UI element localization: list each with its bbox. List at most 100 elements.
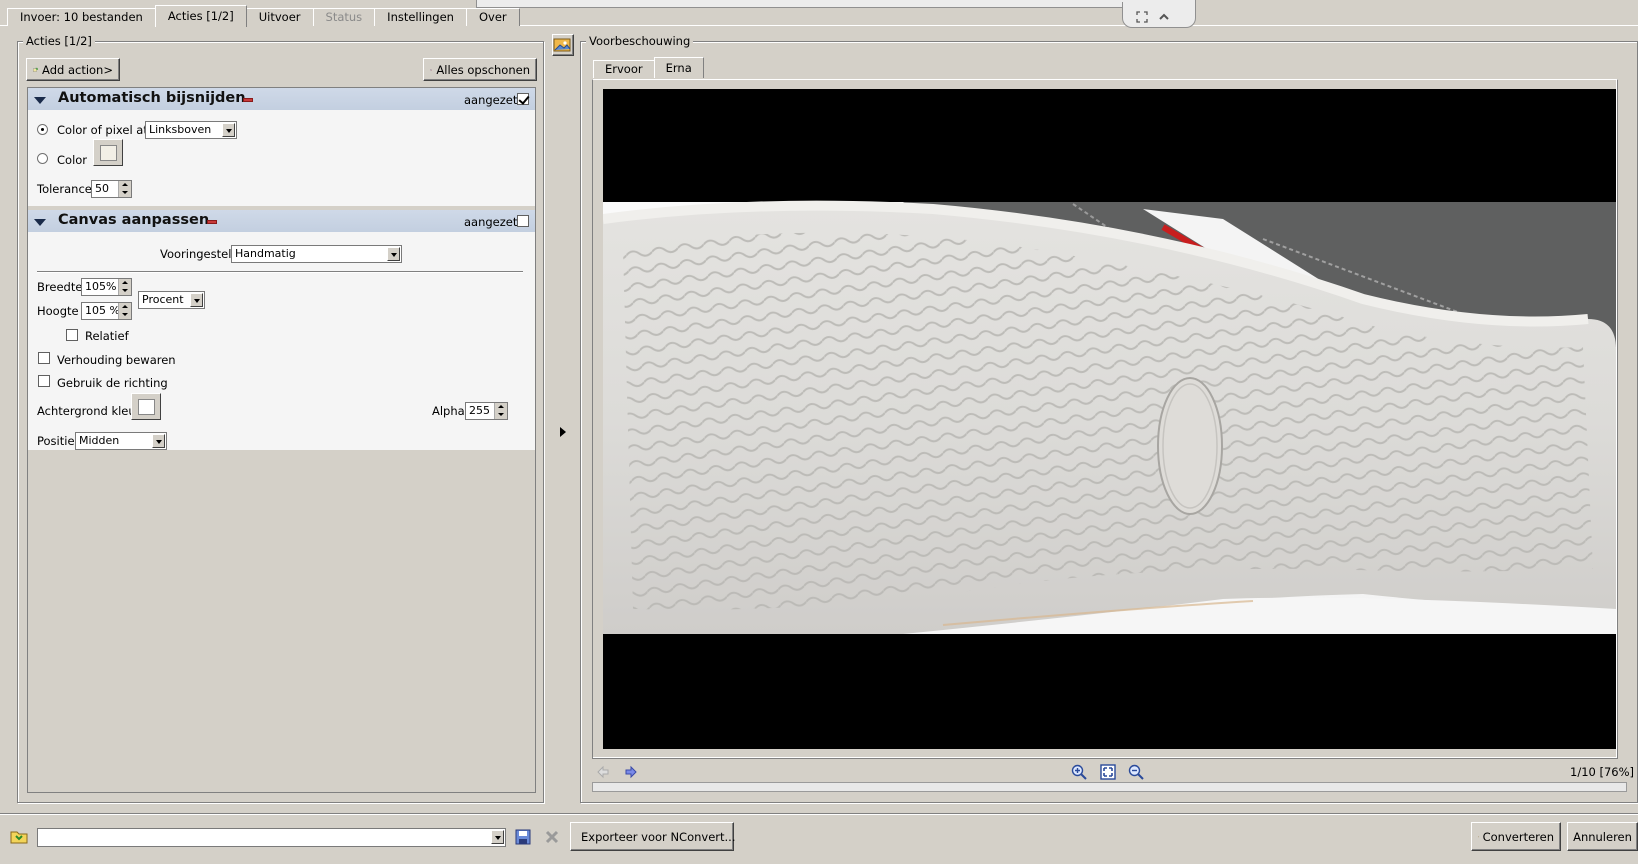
fullscreen-icon[interactable] (1136, 11, 1148, 23)
add-action-icon (33, 67, 38, 72)
tab-after-label: Erna (665, 61, 692, 75)
color-swatch (100, 145, 117, 161)
color-of-pixel-radio[interactable] (37, 124, 48, 135)
keep-ratio-label: Verhouding bewaren (57, 353, 176, 367)
fit-to-window-icon[interactable] (1100, 764, 1116, 783)
export-nconvert-label: Exporteer voor NConvert... (581, 829, 736, 844)
tab-actions[interactable]: Acties [1/2] (154, 5, 247, 27)
zoom-in-icon[interactable] (1071, 764, 1087, 783)
keep-ratio-checkbox[interactable] (38, 352, 50, 364)
autocrop-title: Automatisch bijsnijden (58, 90, 246, 106)
unit-value: Procent (142, 293, 184, 306)
actions-group-title: Acties [1/2] (23, 34, 95, 48)
pixel-position-value: Linksboven (149, 123, 212, 136)
canvas-enabled-checkbox[interactable] (517, 215, 529, 227)
spinner-arrows-icon[interactable] (494, 403, 507, 419)
delete-icon[interactable] (544, 829, 560, 848)
canvas-section: Canvas aanpassen aangezet Vooringesteld … (28, 210, 535, 450)
actions-list: Automatisch bijsnijden aangezet Color of… (27, 87, 536, 793)
tab-output[interactable]: Uitvoer (245, 8, 314, 26)
clear-all-label: Alles opschonen (436, 62, 530, 77)
position-select[interactable]: Midden (75, 432, 167, 450)
clear-all-icon (430, 68, 432, 71)
next-arrow-icon[interactable] (624, 765, 638, 782)
export-nconvert-button[interactable]: Exporteer voor NConvert... (570, 822, 736, 851)
cancel-button[interactable]: Annuleren (1567, 822, 1638, 851)
tab-about[interactable]: Over (465, 8, 520, 26)
splitter-arrow-icon[interactable] (560, 427, 566, 437)
expand-arrow-icon[interactable] (34, 97, 46, 104)
alpha-spinner[interactable]: 255 (465, 402, 508, 420)
tab-status[interactable]: Status (312, 8, 376, 26)
relative-checkbox[interactable] (66, 329, 78, 341)
tab-after[interactable]: Erna (653, 57, 704, 78)
convert-icon (1478, 836, 1479, 837)
unit-select[interactable]: Procent (138, 291, 205, 309)
autocrop-enabled-label: aangezet (464, 93, 518, 107)
dropdown-arrow-icon (190, 293, 203, 307)
add-action-button[interactable]: Add action> (26, 58, 120, 81)
pixel-position-select[interactable]: Linksboven (145, 121, 237, 139)
canvas-enabled-label: aangezet (464, 215, 518, 229)
color-picker-button[interactable] (93, 139, 123, 166)
tolerance-spinner[interactable]: 50 (91, 180, 132, 198)
color-of-pixel-label: Color of pixel at (57, 123, 148, 137)
remove-action-icon[interactable] (207, 220, 217, 224)
height-spinner[interactable]: 105 % (81, 302, 132, 320)
shoe-sole-image (603, 200, 1616, 634)
autocrop-section: Automatisch bijsnijden aangezet Color of… (28, 88, 535, 206)
dropdown-arrow-icon (152, 434, 165, 448)
width-spinner[interactable]: 105% (81, 278, 132, 296)
position-label: Positie (37, 434, 75, 448)
add-action-label: Add action> (42, 62, 113, 77)
color-label: Color (57, 153, 88, 167)
autocrop-enabled-checkbox[interactable] (517, 93, 529, 105)
use-direction-checkbox[interactable] (38, 375, 50, 387)
convert-button[interactable]: Converteren (1471, 822, 1561, 851)
save-icon[interactable] (515, 829, 531, 848)
convert-label: Converteren (1482, 829, 1554, 844)
previous-arrow-icon[interactable] (596, 765, 610, 782)
tab-before[interactable]: Ervoor (593, 60, 655, 78)
spinner-arrows-icon[interactable] (118, 303, 131, 319)
dropdown-arrow-icon (222, 123, 235, 137)
main-tabbar: Invoer: 10 bestanden Acties [1/2] Uitvoe… (7, 4, 520, 27)
height-label: Hoogte (37, 304, 79, 318)
tab-output-label: Uitvoer (258, 10, 301, 24)
zoom-out-icon[interactable] (1128, 764, 1144, 783)
use-direction-label: Gebruik de richting (57, 376, 168, 390)
clear-all-button[interactable]: Alles opschonen (423, 58, 537, 81)
canvas-title: Canvas aanpassen (58, 212, 210, 228)
remove-action-icon[interactable] (243, 98, 253, 102)
position-value: Midden (79, 434, 120, 447)
width-label: Breedte (37, 280, 83, 294)
tab-before-label: Ervoor (605, 62, 643, 76)
cancel-label: Annuleren (1573, 829, 1632, 844)
tab-input-label: Invoer: 10 bestanden (20, 10, 143, 24)
relative-label: Relatief (85, 329, 129, 343)
spinner-arrows-icon[interactable] (118, 279, 131, 295)
bg-color-label: Achtergrond kleur (37, 404, 141, 418)
dropdown-arrow-icon (387, 247, 400, 261)
color-radio[interactable] (37, 153, 48, 164)
spinner-arrows-icon[interactable] (118, 181, 131, 197)
preview-tabs: Ervoor Erna (593, 57, 704, 78)
tab-status-label: Status (325, 10, 363, 24)
page-indicator: 1/10 [76%] (1570, 765, 1635, 779)
preview-image-icon (553, 38, 571, 52)
path-select[interactable] (37, 828, 506, 847)
tolerance-label: Tolerance (37, 182, 92, 196)
preset-value: Handmatig (235, 247, 296, 260)
bg-color-button[interactable] (131, 393, 161, 420)
collapse-icon[interactable] (1158, 11, 1170, 23)
preview-scrollbar[interactable] (592, 782, 1627, 792)
expand-arrow-icon[interactable] (34, 219, 46, 226)
tolerance-value: 50 (95, 182, 109, 195)
height-value: 105 % (85, 304, 120, 317)
preset-select[interactable]: Handmatig (231, 245, 402, 263)
open-folder-icon[interactable] (10, 828, 28, 847)
tab-input[interactable]: Invoer: 10 bestanden (7, 8, 156, 26)
tab-settings[interactable]: Instellingen (374, 8, 467, 26)
bg-color-swatch (138, 399, 155, 415)
preview-toggle-button[interactable] (552, 34, 574, 56)
